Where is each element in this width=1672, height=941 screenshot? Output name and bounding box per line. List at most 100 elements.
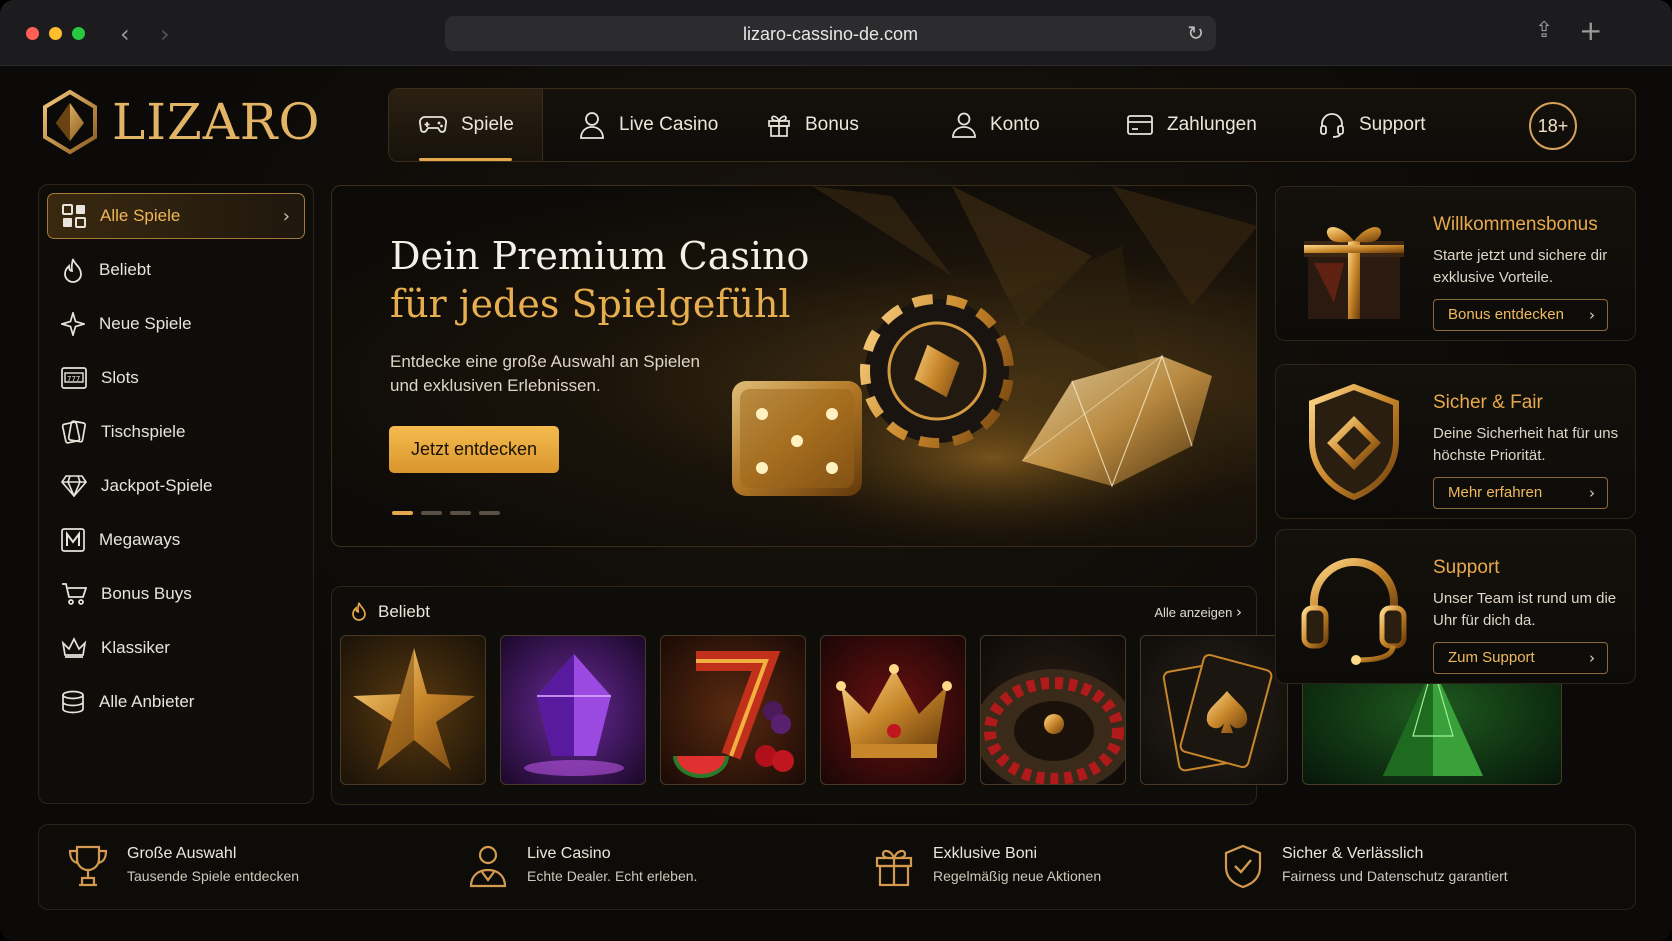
hero-subtitle: für jedes Spielgefühl	[390, 282, 791, 326]
nav-live-casino[interactable]: Live Casino	[579, 89, 718, 161]
card-icon	[1127, 115, 1153, 135]
crown-icon	[836, 664, 952, 758]
carousel-dot[interactable]	[392, 511, 413, 515]
show-all-label: Alle anzeigen	[1154, 605, 1233, 620]
sidebar-item-slots[interactable]: 777 Slots	[47, 355, 305, 401]
sidebar-item-label: Beliebt	[99, 260, 151, 279]
sidebar-item-label: Alle Anbieter	[99, 692, 195, 711]
promo-card-welcome: Willkommensbonus Starte jetzt und sicher…	[1275, 186, 1636, 341]
browser-toolbar: ‹ › lizaro-cassino-de.com ↻ ⇪ +	[0, 0, 1672, 66]
sidebar-item-bonus-buys[interactable]: Bonus Buys	[47, 571, 305, 617]
sidebar: Alle Spiele › Beliebt Neue Spiele 777 Sl…	[38, 184, 314, 804]
game-tile-amethyst[interactable]	[500, 635, 646, 785]
card-title: Willkommensbonus	[1433, 214, 1598, 235]
features-strip: Große Auswahl Tausende Spiele entdecken …	[38, 824, 1636, 910]
game-tile-crown[interactable]	[820, 635, 966, 785]
sidebar-item-alle-spiele[interactable]: Alle Spiele ›	[47, 193, 305, 239]
sidebar-item-beliebt[interactable]: Beliebt	[47, 247, 305, 293]
sidebar-item-alle-anbieter[interactable]: Alle Anbieter	[47, 679, 305, 725]
gift-box-icon	[1304, 227, 1404, 319]
card-title: Sicher & Fair	[1433, 392, 1543, 413]
sidebar-item-jackpot-spiele[interactable]: Jackpot-Spiele	[47, 463, 305, 509]
carousel-dot[interactable]	[479, 511, 500, 515]
sparkle-icon	[61, 312, 85, 336]
chevron-right-icon: ›	[282, 205, 290, 227]
carousel-dots	[392, 511, 500, 515]
brand-name: LIZARO	[112, 93, 321, 151]
gift-icon	[768, 115, 790, 137]
chevron-right-icon: ›	[1589, 484, 1595, 502]
sidebar-item-label: Klassiker	[101, 638, 170, 657]
age-badge: 18+	[1529, 102, 1577, 150]
logo[interactable]: LIZARO	[42, 88, 320, 156]
hero-cta-button[interactable]: Jetzt entdecken	[389, 426, 559, 473]
share-icon[interactable]: ⇪	[1535, 18, 1553, 43]
hero-text: Entdecke eine große Auswahl an Spielen u…	[390, 352, 700, 395]
crown-icon	[61, 637, 87, 658]
feature-title: Live Casino	[527, 845, 611, 862]
headset-icon	[1301, 558, 1407, 665]
shield-icon	[1309, 383, 1399, 501]
logo-icon	[43, 89, 97, 155]
section-title: Beliebt	[378, 602, 430, 621]
show-all-link[interactable]: Alle anzeigen ›	[1154, 603, 1242, 621]
trophy-icon	[68, 845, 108, 887]
game-tile-star[interactable]	[340, 635, 486, 785]
nav-spiele[interactable]: Spiele	[389, 89, 543, 161]
stack-icon	[62, 690, 84, 714]
hero-title: Dein Premium Casino	[390, 234, 810, 278]
carousel-dot[interactable]	[421, 511, 442, 515]
nav-konto-label: Konto	[990, 114, 1040, 135]
nav-zahlungen[interactable]: Zahlungen	[1127, 89, 1257, 161]
mehr-erfahren-button[interactable]: Mehr erfahren ›	[1433, 477, 1608, 509]
game-tile-roulette[interactable]	[980, 635, 1126, 785]
game-tile-seven[interactable]	[660, 635, 806, 785]
cart-icon	[62, 583, 87, 605]
nav-bonus[interactable]: Bonus	[767, 89, 859, 161]
zoom-window-button[interactable]	[72, 27, 85, 40]
back-arrow-icon[interactable]: ‹	[120, 20, 130, 48]
chevron-right-icon: ›	[1589, 306, 1595, 324]
feature-subtitle: Regelmäßig neue Aktionen	[933, 868, 1102, 884]
game-tile-cards[interactable]	[1140, 635, 1288, 785]
nav-support[interactable]: Support	[1319, 89, 1426, 161]
user-icon	[580, 112, 604, 139]
feature-subtitle: Fairness und Datenschutz garantiert	[1282, 868, 1508, 884]
gift-icon	[875, 849, 913, 887]
bonus-entdecken-button[interactable]: Bonus entdecken ›	[1433, 299, 1608, 331]
feature-title: Große Auswahl	[127, 845, 237, 862]
feature-subtitle: Tausende Spiele entdecken	[127, 868, 300, 884]
sidebar-item-neue-spiele[interactable]: Neue Spiele	[47, 301, 305, 347]
new-tab-icon[interactable]: +	[1579, 14, 1602, 47]
browser-window: ‹ › lizaro-cassino-de.com ↻ ⇪ + LIZARO S…	[0, 0, 1672, 941]
sidebar-item-tischspiele[interactable]: Tischspiele	[47, 409, 305, 455]
sidebar-item-klassiker[interactable]: Klassiker	[47, 625, 305, 671]
zum-support-button[interactable]: Zum Support ›	[1433, 642, 1608, 674]
address-bar[interactable]: lizaro-cassino-de.com ↻	[445, 16, 1216, 51]
flame-icon	[64, 258, 82, 283]
forward-arrow-icon[interactable]: ›	[160, 20, 170, 48]
page: LIZARO Spiele Live Casino Bonus Konto Za…	[0, 66, 1672, 941]
gem-icon	[524, 654, 624, 776]
button-label: Zum Support	[1448, 649, 1535, 666]
account-icon	[952, 112, 976, 138]
nav-konto[interactable]: Konto	[952, 89, 1040, 161]
cards-icon	[61, 420, 86, 444]
url-text: lizaro-cassino-de.com	[742, 24, 919, 44]
feature-subtitle: Echte Dealer. Echt erleben.	[527, 868, 698, 884]
sidebar-item-megaways[interactable]: Megaways	[47, 517, 305, 563]
dealer-icon	[469, 845, 507, 888]
star-icon	[353, 648, 475, 770]
carousel-dot[interactable]	[450, 511, 471, 515]
roulette-icon	[981, 669, 1125, 784]
minimize-window-button[interactable]	[49, 27, 62, 40]
sidebar-item-label: Neue Spiele	[99, 314, 192, 333]
close-window-button[interactable]	[26, 27, 39, 40]
chevron-right-icon: ›	[1236, 603, 1242, 621]
feature-title: Exklusive Boni	[933, 845, 1038, 862]
shield-check-icon	[1224, 844, 1262, 888]
m-icon	[61, 528, 85, 552]
promo-card-support: Support Unser Team ist rund um die Uhr f…	[1275, 529, 1636, 684]
reload-icon[interactable]: ↻	[1187, 21, 1204, 45]
sidebar-item-label: Alle Spiele	[100, 206, 181, 225]
